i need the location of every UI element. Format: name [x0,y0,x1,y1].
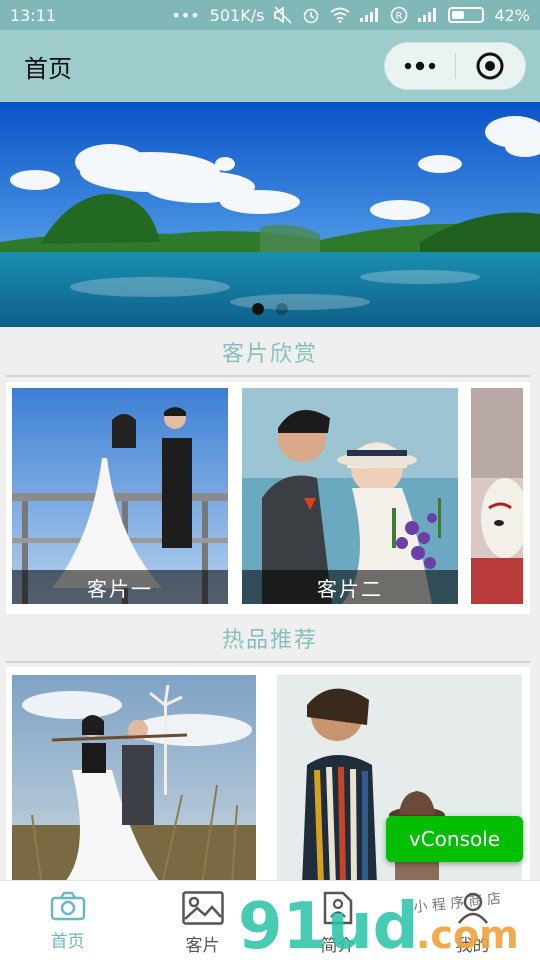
tab-label-home: 首页 [50,932,85,952]
battery-icon [448,7,485,23]
section-title-gallery: 客片欣赏 [221,342,318,367]
banner-lake-image [0,102,540,327]
battery-percent: 42% [494,5,530,25]
tab-bar: 首页 客片 简介 我的 [0,880,540,960]
signal-icon-2 [418,8,438,22]
tab-label-gallery: 客片 [185,936,220,956]
status-bar: 13:11 ••• 501K/s R 42% [0,0,540,30]
gallery-card-2[interactable]: 客片二 [242,388,458,604]
wedding-photo-3 [471,388,523,604]
gallery-caption-1: 客片一 [12,570,228,604]
battery-fill [452,11,465,19]
camera-icon [50,891,85,921]
tab-intro[interactable]: 简介 [270,881,405,960]
image-icon [181,891,224,925]
more-dots-icon [404,61,435,71]
document-icon [323,891,352,925]
status-right: ••• 501K/s R 42% [171,6,530,25]
tab-mine[interactable]: 我的 [405,881,540,960]
page-title: 首页 [24,54,72,83]
wifi-icon [330,7,350,23]
carousel-dot[interactable] [252,303,264,315]
carousel-indicators [0,303,540,315]
vconsole-button[interactable]: vConsole [386,816,523,862]
navigation-bar: 首页 [0,30,540,102]
alarm-icon [302,6,320,24]
tab-label-mine: 我的 [455,936,490,956]
more-button[interactable] [385,61,455,71]
banner-carousel[interactable] [0,102,540,327]
gallery-card-1[interactable]: 客片一 [12,388,228,604]
status-time: 13:11 [10,5,57,25]
tab-gallery[interactable]: 客片 [135,881,270,960]
gallery-caption-2: 客片二 [242,570,458,604]
section-divider-hot [6,661,530,663]
svg-text:R: R [396,11,403,22]
mini-program-capsule [384,42,526,90]
hot-photo-1 [12,675,256,880]
target-icon [476,52,504,80]
gallery-scroll[interactable]: 客片一 客片二 [6,382,530,614]
section-divider [6,375,530,377]
carousel-dot[interactable] [276,303,288,315]
hot-item-1[interactable] [12,675,256,880]
registered-icon: R [390,6,408,24]
user-icon [457,892,488,924]
tab-label-intro: 简介 [320,936,355,956]
tab-home[interactable]: 首页 [0,881,135,960]
signal-icon [360,8,380,22]
status-dots: ••• [171,5,200,25]
network-speed: 501K/s [209,5,265,25]
close-mini-program-button[interactable] [456,51,526,81]
section-title-hot: 热品推荐 [221,628,318,653]
mute-icon [274,6,293,24]
gallery-card-3[interactable] [471,388,523,604]
